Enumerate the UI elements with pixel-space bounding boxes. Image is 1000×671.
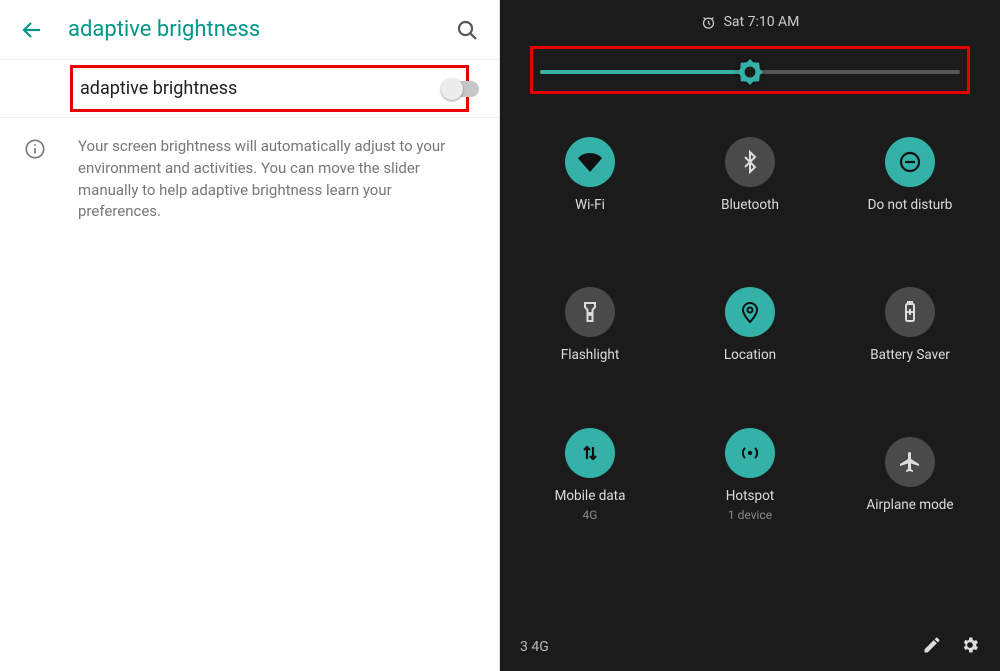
airplane-icon [885, 437, 935, 487]
wifi-icon [565, 137, 615, 187]
status-bar: Sat 7:10 AM [500, 0, 1000, 36]
search-icon[interactable] [455, 18, 479, 42]
tile-label: Mobile data [555, 488, 626, 504]
status-time: Sat 7:10 AM [724, 14, 800, 30]
tile-flashlight[interactable]: Flashlight [510, 250, 670, 400]
adaptive-brightness-row[interactable]: adaptive brightness [0, 60, 499, 118]
tile-label: Do not disturb [868, 197, 953, 213]
description-text: Your screen brightness will automaticall… [78, 136, 459, 223]
tile-label: Bluetooth [721, 197, 779, 213]
brightness-thumb[interactable] [737, 59, 763, 85]
tile-label: Flashlight [561, 347, 620, 363]
alarm-icon [701, 15, 716, 30]
mobile-data-icon [565, 428, 615, 478]
footer-signal-text: 3 4G [520, 639, 549, 655]
do-not-disturb-icon [885, 137, 935, 187]
battery-saver-icon [885, 287, 935, 337]
tile-bluetooth[interactable]: Bluetooth [670, 100, 830, 250]
description-row: Your screen brightness will automaticall… [0, 118, 499, 241]
tile-mobile-data[interactable]: Mobile data 4G [510, 400, 670, 550]
brightness-icon [737, 59, 763, 85]
quick-settings-footer: 3 4G [500, 623, 1000, 671]
brightness-slider[interactable] [540, 70, 960, 74]
location-icon [725, 287, 775, 337]
back-icon[interactable] [20, 18, 44, 42]
tile-label: Hotspot [726, 488, 774, 504]
adaptive-brightness-toggle[interactable] [443, 81, 479, 97]
brightness-fill [540, 70, 750, 74]
info-icon [24, 138, 46, 160]
tile-wifi[interactable]: Wi-Fi [510, 100, 670, 250]
tile-battery-saver[interactable]: Battery Saver [830, 250, 990, 400]
quick-settings-panel: Sat 7:10 AM Wi-Fi [500, 0, 1000, 671]
settings-gear-icon[interactable] [960, 635, 980, 659]
tile-sublabel: 1 device [728, 508, 772, 522]
tile-do-not-disturb[interactable]: Do not disturb [830, 100, 990, 250]
settings-page: adaptive brightness adaptive brightness … [0, 0, 500, 671]
tile-airplane-mode[interactable]: Airplane mode [830, 400, 990, 550]
bluetooth-icon [725, 137, 775, 187]
page-title: adaptive brightness [68, 17, 431, 42]
tiles-grid: Wi-Fi Bluetooth Do not disturb Flashligh… [500, 100, 1000, 623]
tile-label: Battery Saver [870, 347, 950, 363]
tile-location[interactable]: Location [670, 250, 830, 400]
edit-icon[interactable] [922, 635, 942, 659]
hotspot-icon [725, 428, 775, 478]
tile-label: Location [724, 347, 776, 363]
toggle-knob [441, 78, 463, 100]
tile-label: Wi-Fi [575, 197, 605, 213]
settings-header: adaptive brightness [0, 0, 499, 60]
flashlight-icon [565, 287, 615, 337]
tile-label: Airplane mode [866, 497, 953, 513]
tile-hotspot[interactable]: Hotspot 1 device [670, 400, 830, 550]
adaptive-brightness-label: adaptive brightness [80, 78, 443, 99]
brightness-slider-area [500, 36, 1000, 100]
tile-sublabel: 4G [583, 508, 598, 522]
